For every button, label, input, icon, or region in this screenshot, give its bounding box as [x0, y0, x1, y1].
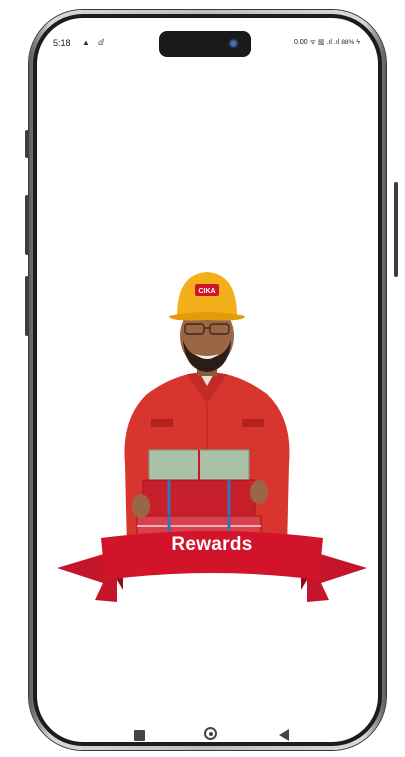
recent-apps-icon[interactable]: [134, 730, 145, 741]
charging-icon: ϟ: [356, 39, 360, 46]
back-icon[interactable]: [279, 729, 289, 741]
hard-hat-icon: CIKA: [169, 272, 245, 321]
network-signal-icons: 0.00 ᯤ ▥ .ıl .ıl: [294, 39, 340, 46]
volume-down-button: [25, 276, 29, 336]
status-indicators: 0.00 ᯤ ▥ .ıl .ıl 88% ϟ: [294, 38, 360, 47]
volume-up-button: [25, 195, 29, 255]
camera-notch: [159, 31, 251, 57]
android-nav-bar: [37, 718, 378, 742]
rewards-title: Rewards: [171, 534, 253, 555]
battery-percent: 88%: [341, 39, 355, 46]
mute-switch: [25, 130, 29, 158]
camera-icon: [228, 38, 239, 49]
helmet-logo: CIKA: [198, 288, 215, 295]
notification-icons: ▲ ⅆ: [82, 38, 107, 47]
worker-illustration: CIKA: [124, 272, 290, 549]
status-bar: 5:18 ▲ ⅆ 0.00 ᯤ ▥ .ıl .ıl 88% ϟ: [37, 18, 378, 64]
phone-screen: 5:18 ▲ ⅆ 0.00 ᯤ ▥ .ıl .ıl 88% ϟ CIKA Rew…: [37, 18, 378, 742]
power-button: [394, 182, 398, 277]
status-time: 5:18: [53, 38, 71, 48]
home-icon[interactable]: [204, 727, 217, 740]
